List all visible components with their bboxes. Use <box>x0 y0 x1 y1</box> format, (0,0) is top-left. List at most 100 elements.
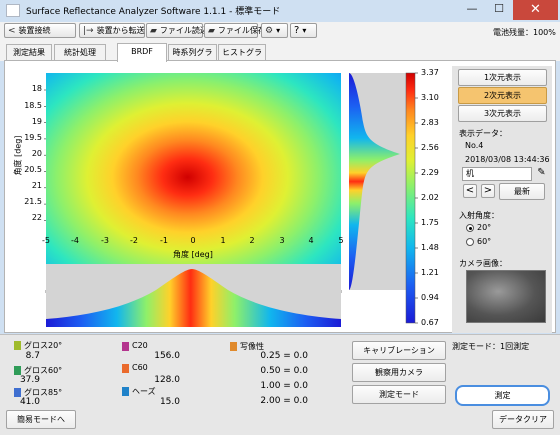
tab-brdf[interactable]: BRDF <box>117 43 167 62</box>
view-2d-button[interactable]: 2次元表示 <box>458 87 547 104</box>
data-datetime: 2018/03/08 13:44:36 <box>465 155 550 164</box>
tab-measurement-results[interactable]: 測定結果 <box>6 44 52 60</box>
doi-row: 0.50 = 0.0 <box>260 366 308 376</box>
y-tick-label: 19 <box>31 117 42 126</box>
tab-histogram[interactable]: ヒストグラム <box>218 44 266 72</box>
colorbar-tick-lines <box>415 72 418 324</box>
file-read-button[interactable]: ▰ ファイル読込 <box>146 23 208 38</box>
doi-row: 1.00 = 0.0 <box>260 381 308 391</box>
y-tick-label: 21.5 <box>24 197 42 206</box>
colorbar-label: 1.21 <box>421 268 439 277</box>
transfer-icon: |→ <box>83 26 94 36</box>
transfer-button[interactable]: |→ 装置から転送 <box>79 23 145 38</box>
angle-20-label: 20° <box>477 223 492 232</box>
camera-image-label: カメラ画像： <box>459 259 507 268</box>
connect-button[interactable]: < 装置接続 <box>4 23 76 38</box>
colorbar-label: 2.83 <box>421 118 439 127</box>
latest-data-button[interactable]: 最新 <box>499 183 545 200</box>
y-axis-title: 角度 [deg] <box>13 135 23 176</box>
x-tick-label: -5 <box>42 236 50 245</box>
close-button[interactable]: ✕ <box>513 0 558 20</box>
colorbar-label: 2.02 <box>421 193 439 202</box>
colorbar-label: 3.37 <box>421 68 439 77</box>
file-save-button[interactable]: ▰ ファイル保存 <box>204 23 266 38</box>
help-dropdown-arrow: ▾ <box>302 26 307 35</box>
x-tick-label: 0 <box>190 236 196 245</box>
gloss60-value: 37.9 <box>19 375 40 385</box>
connect-label: 装置接続 <box>18 26 51 35</box>
y-tick-label: 19.5 <box>24 133 42 142</box>
simple-mode-button[interactable]: 簡易モードへ <box>6 410 76 429</box>
minimize-button[interactable]: — <box>458 0 486 20</box>
settings-button[interactable]: ⚙ ▾ <box>261 23 288 38</box>
edit-icon[interactable]: ✎ <box>535 167 548 180</box>
share-icon: < <box>8 26 16 36</box>
colorbar-label: 2.29 <box>421 168 439 177</box>
x-axis-title: 角度 [deg] <box>173 250 213 259</box>
data-number: No.4 <box>465 141 484 150</box>
x-tick-label: -1 <box>160 236 168 245</box>
haze-label: ヘーズ <box>132 387 156 396</box>
gloss20-label: グロス20° <box>24 341 63 350</box>
display-data-label: 表示データ： <box>459 129 507 138</box>
help-button[interactable]: ? ▾ <box>290 23 317 38</box>
angle-20-radio[interactable] <box>466 224 474 232</box>
data-name-field[interactable]: 机 <box>462 167 532 181</box>
x-tick-label: 1 <box>220 236 226 245</box>
measurement-mode-button[interactable]: 測定モード <box>352 385 446 404</box>
window-title: Surface Reflectance Analyzer Software 1.… <box>26 7 281 17</box>
doi-swatch <box>230 342 237 351</box>
gloss85-value: 41.0 <box>19 397 40 407</box>
gear-icon: ⚙ <box>265 26 274 36</box>
x-tick-label: 5 <box>338 236 344 245</box>
gloss20-swatch <box>14 341 21 350</box>
tab-statistics[interactable]: 統計処理 <box>54 44 106 60</box>
c60-swatch <box>122 364 129 373</box>
colorbar-label: 1.75 <box>421 218 439 227</box>
x-tick-label: -4 <box>71 236 79 245</box>
maximize-button[interactable]: ☐ <box>485 0 513 20</box>
y-tick-label: 20.5 <box>24 165 42 174</box>
file-read-label: ファイル読込 <box>159 26 208 35</box>
x-tick-label: -3 <box>101 236 109 245</box>
angle-60-radio[interactable] <box>466 238 474 246</box>
colorbar-label: 0.67 <box>421 318 439 327</box>
bottom-profile-chart <box>46 264 341 327</box>
view-1d-button[interactable]: 1次元表示 <box>458 69 547 86</box>
doi-row: 0.25 = 0.0 <box>260 351 308 361</box>
y-tick-label: 18 <box>31 84 42 93</box>
y-tick-label: 22 <box>31 213 42 222</box>
view-3d-button[interactable]: 3次元表示 <box>458 105 547 122</box>
x-tick-label: 3 <box>279 236 285 245</box>
c60-value: 128.0 <box>154 375 180 385</box>
c20-value: 156.0 <box>154 351 180 361</box>
colorbar-label: 2.56 <box>421 143 439 152</box>
haze-swatch <box>122 387 129 396</box>
colorbar-label: 0.94 <box>421 293 439 302</box>
data-clear-button[interactable]: データクリア <box>492 410 554 429</box>
gloss60-swatch <box>14 366 21 375</box>
x-tick-label: -2 <box>130 236 138 245</box>
incident-angle-label: 入射角度： <box>459 211 499 220</box>
calibration-button[interactable]: キャリブレーション <box>352 341 446 360</box>
y-tick-label: 21 <box>31 181 42 190</box>
colorbar-label: 3.10 <box>421 93 439 102</box>
battery-status: 電池残量：100% <box>493 28 556 37</box>
prev-data-button[interactable]: < <box>463 184 477 198</box>
colorbar-label: 1.48 <box>421 243 439 252</box>
y-tick-label: 18.5 <box>24 101 42 110</box>
x-tick-label: 4 <box>308 236 314 245</box>
tab-time-series[interactable]: 時系列グラフ <box>168 44 217 72</box>
haze-value: 15.0 <box>159 397 180 407</box>
folder-open-icon: ▰ <box>150 26 157 36</box>
transfer-label: 装置から転送 <box>96 26 145 35</box>
observation-camera-button[interactable]: 観察用カメラ <box>352 363 446 382</box>
y-tick-lines <box>44 89 46 221</box>
colorbar-gradient <box>406 73 415 323</box>
next-data-button[interactable]: > <box>481 184 495 198</box>
camera-image <box>466 270 546 323</box>
c20-label: C20 <box>132 341 148 350</box>
gloss85-swatch <box>14 388 21 397</box>
angle-60-label: 60° <box>477 237 492 246</box>
measure-button[interactable]: 測定 <box>455 385 550 406</box>
